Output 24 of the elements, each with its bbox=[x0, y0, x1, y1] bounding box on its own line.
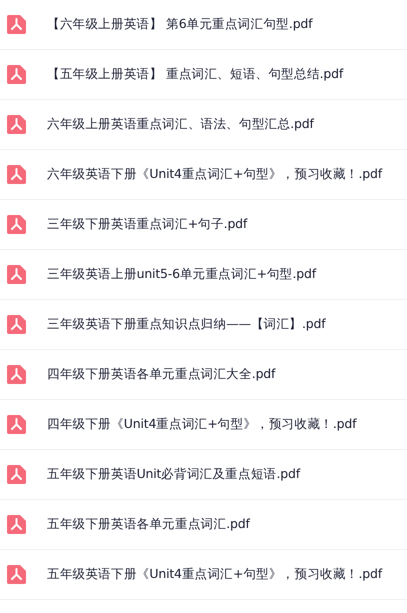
pdf-file-icon bbox=[7, 415, 26, 434]
file-name[interactable]: 六年级英语下册《Unit4重点词汇+句型》，预习收藏！.pdf bbox=[47, 166, 382, 183]
pdf-file-icon bbox=[7, 265, 26, 284]
pdf-file-icon bbox=[7, 115, 26, 134]
pdf-file-icon bbox=[7, 365, 26, 384]
file-name[interactable]: 五年级下册英语各单元重点词汇.pdf bbox=[47, 516, 250, 533]
pdf-file-icon bbox=[7, 215, 26, 234]
file-name[interactable]: 四年级下册《Unit4重点词汇+句型》，预习收藏！.pdf bbox=[47, 416, 356, 433]
file-name[interactable]: 【六年级上册英语】 第6单元重点词汇句型.pdf bbox=[47, 16, 312, 33]
file-name[interactable]: 四年级下册英语各单元重点词汇大全.pdf bbox=[47, 366, 276, 383]
pdf-file-icon bbox=[7, 515, 26, 534]
pdf-file-icon bbox=[7, 165, 26, 184]
file-name[interactable]: 六年级上册英语重点词汇、语法、句型汇总.pdf bbox=[47, 116, 314, 133]
file-name[interactable]: 三年级英语下册重点知识点归纳——【词汇】.pdf bbox=[47, 316, 326, 333]
pdf-file-icon bbox=[7, 65, 26, 84]
file-name[interactable]: 【五年级上册英语】 重点词汇、短语、句型总结.pdf bbox=[47, 66, 344, 83]
pdf-file-icon bbox=[7, 465, 26, 484]
pdf-file-icon bbox=[7, 565, 26, 584]
pdf-file-icon bbox=[7, 15, 26, 34]
file-name[interactable]: 三年级英语上册unit5-6单元重点词汇+句型.pdf bbox=[47, 266, 316, 283]
file-name[interactable]: 三年级下册英语重点词汇+句子.pdf bbox=[47, 216, 248, 233]
pdf-file-icon bbox=[7, 315, 26, 334]
file-name[interactable]: 五年级下册英语Unit必背词汇及重点短语.pdf bbox=[47, 466, 300, 483]
file-name[interactable]: 五年级英语下册《Unit4重点词汇+句型》，预习收藏！.pdf bbox=[47, 566, 382, 583]
